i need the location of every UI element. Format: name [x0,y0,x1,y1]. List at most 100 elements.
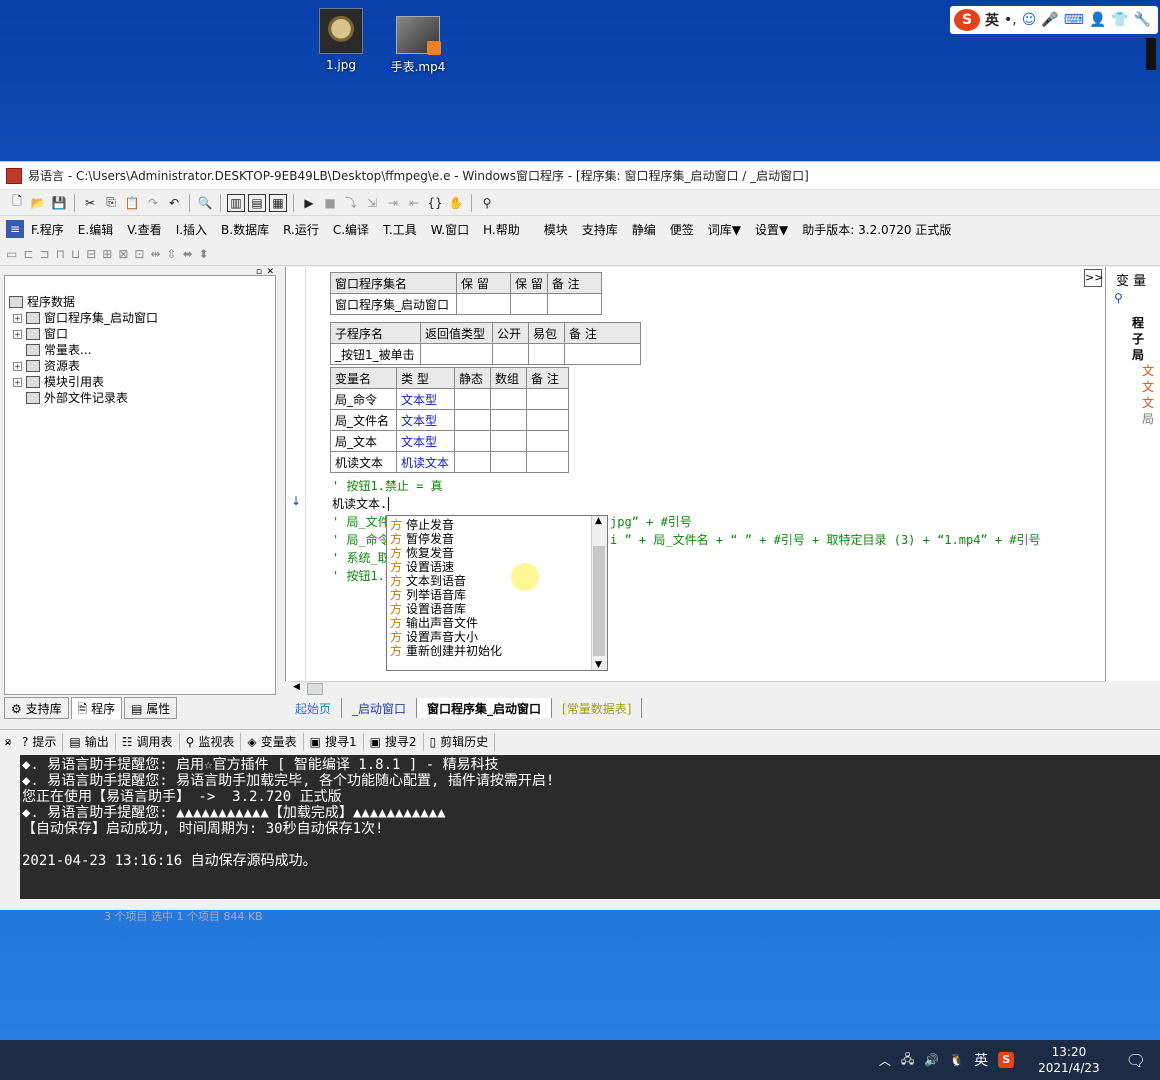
table-cell[interactable]: 局_文件名 [330,409,397,431]
notification-icon[interactable]: 🗨 [1126,1051,1146,1070]
code-editor[interactable]: ↓ 窗口程序集名 保 留 保 留 备 注 窗口程序集_启动窗口 子程序名 返回值… [285,267,1105,681]
table-row[interactable]: 局_文件名 文本型 [330,409,569,431]
expand-panel-button[interactable]: >> [1084,269,1103,287]
tree-item[interactable]: 外部文件记录表 [9,390,158,406]
menu-item[interactable]: 词库▼ [701,221,748,238]
code-line[interactable]: ' 局_命令 [332,531,390,548]
align-left-icon[interactable]: ⊏ [23,247,33,261]
menu-item[interactable]: I.插入 [169,221,214,238]
code-line-active[interactable]: 机读文本. [332,495,390,512]
step-over-icon[interactable]: ⇥ [384,194,402,212]
scroll-up-icon[interactable]: ▲ [595,516,602,526]
center-v-icon[interactable]: ⬍ [199,247,209,261]
variable-table[interactable]: 变量名 类 型 静态 数组 备 注 局_命令 文本型 局_文件名 文本型 局_文… [330,367,569,473]
tab-support-lib[interactable]: ⚙ 支持库 [4,697,69,719]
find-icon[interactable]: 🔍 [196,194,214,212]
menu-item[interactable]: 静编 [625,221,663,238]
table-cell[interactable] [490,409,527,431]
output-close-icon[interactable]: ✕ [4,739,12,749]
menu-item[interactable]: E.编辑 [71,221,120,238]
undo-icon[interactable]: ↶ [165,194,183,212]
table-cell[interactable] [454,409,491,431]
side-handle[interactable] [1146,38,1156,70]
editor-hscroll[interactable]: ◀ [291,681,1105,695]
paste-icon[interactable]: 📋 [123,194,141,212]
autocomplete-item[interactable]: 方停止发音 [387,518,607,532]
menu-item[interactable]: 模块 [537,221,575,238]
stop-icon[interactable]: ■ [321,194,339,212]
clock[interactable]: 13:20 2021/4/23 [1038,1044,1100,1076]
table-row[interactable]: 机读文本 机读文本 [330,451,569,473]
center-h-icon[interactable]: ⬌ [183,247,193,261]
table-cell[interactable] [454,388,491,410]
layout-full-icon[interactable]: ▦ [269,193,287,212]
tab-properties[interactable]: ▤ 属性 [124,697,178,719]
new-file-icon[interactable]: 🗋 [8,194,26,212]
table-cell[interactable]: 窗口程序集_启动窗口 [330,293,457,315]
table-cell[interactable] [546,293,602,315]
table-cell[interactable] [528,343,565,365]
tab-module[interactable]: 窗口程序集_启动窗口 [417,698,553,718]
tab-output[interactable]: ▤ 输出 [63,732,116,751]
menu-item[interactable]: B.数据库 [214,221,276,238]
var-tree-item[interactable]: 程 [1116,315,1154,331]
code-line[interactable]: ' 局_文件 [332,513,390,530]
redo-icon[interactable]: ↷ [144,194,162,212]
menu-item[interactable]: W.窗口 [424,221,476,238]
scrollbar-thumb[interactable] [593,546,605,656]
table-cell[interactable]: 文本型 [396,388,455,410]
tree-item[interactable]: + 资源表 [9,358,158,374]
expand-icon[interactable]: + [13,313,22,323]
copy-icon[interactable]: ⎘ [102,194,120,212]
chevron-up-icon[interactable]: ︿ [879,1052,891,1069]
output-console[interactable]: ◆. 易语言助手提醒您: 启用☆官方插件 [ 智能编译 1.8.1 ] - 精易… [20,755,1160,899]
ime-toolbar[interactable]: S 英 •, ☺ 🎤 ⌨ 👤 👕 🔧 [950,6,1158,34]
tree-item[interactable]: + 模块引用表 [9,374,158,390]
menu-item[interactable]: 支持库 [575,221,625,238]
menu-item[interactable]: 设置▼ [748,221,795,238]
autocomplete-item[interactable]: 方设置语音库 [387,602,607,616]
var-tree-item[interactable]: 文 [1116,395,1154,411]
autocomplete-scrollbar[interactable]: ▲ ▼ [591,516,607,670]
menu-item[interactable]: 便签 [663,221,701,238]
menu-item[interactable]: R.运行 [276,221,326,238]
var-tree-item[interactable]: 文 [1116,363,1154,379]
autocomplete-item[interactable]: 方暂停发音 [387,532,607,546]
hspace-icon[interactable]: ⇹ [150,247,160,261]
table-cell[interactable] [454,430,491,452]
table-cell[interactable] [526,388,569,410]
tab-variables[interactable]: ◈ 变量表 [241,732,304,751]
brace-icon[interactable]: {} [426,194,444,212]
autocomplete-item[interactable]: 方设置语速 [387,560,607,574]
code-line-tail[interactable]: i ” + 局_文件名 + “ ” + #引号 + 取特定目录 (3) + “1… [610,531,1041,548]
desktop-icon-mp4[interactable]: 手表.mp4 [388,16,448,75]
cut-icon[interactable]: ✂ [81,194,99,212]
tab-constants[interactable]: [常量数据表] [552,698,643,718]
code-line[interactable]: ' 系统_取 [332,549,390,566]
table-cell[interactable] [492,343,529,365]
table-cell[interactable] [510,293,548,315]
tab-search2[interactable]: ▣ 搜寻2 [364,732,424,751]
menu-item[interactable]: F.程序 [24,221,71,238]
autocomplete-item[interactable]: 方重新创建并初始化 [387,644,607,658]
wrench-icon[interactable]: 🔧 [1134,12,1151,28]
table-cell[interactable]: 局_文本 [330,430,397,452]
ime-mode-label[interactable]: 英 [985,10,999,30]
var-tree-item[interactable]: 局 [1116,411,1154,427]
var-tree-item[interactable]: 文 [1116,379,1154,395]
emoji-icon[interactable]: ☺ [1022,12,1037,28]
table-cell[interactable]: 机读文本 [396,451,455,473]
autocomplete-item[interactable]: 方恢复发音 [387,546,607,560]
table-cell[interactable]: 文本型 [396,430,455,452]
table-row[interactable]: 局_文本 文本型 [330,430,569,452]
align-right-icon[interactable]: ⊓ [55,247,64,261]
volume-icon[interactable]: 🔊 [924,1053,939,1067]
tab-watch[interactable]: ⚲ 监视表 [180,732,242,751]
layout-left-icon[interactable]: ▥ [227,193,245,212]
scroll-down-icon[interactable]: ▼ [595,660,602,670]
expand-icon[interactable]: + [13,377,22,387]
table-cell[interactable] [420,343,493,365]
table-row[interactable]: 局_命令 文本型 [330,388,569,410]
layout-bottom-icon[interactable]: ▤ [248,193,266,212]
subroutine-table[interactable]: 子程序名 返回值类型 公开 易包 备 注 _按钮1_被单击 [330,322,641,365]
